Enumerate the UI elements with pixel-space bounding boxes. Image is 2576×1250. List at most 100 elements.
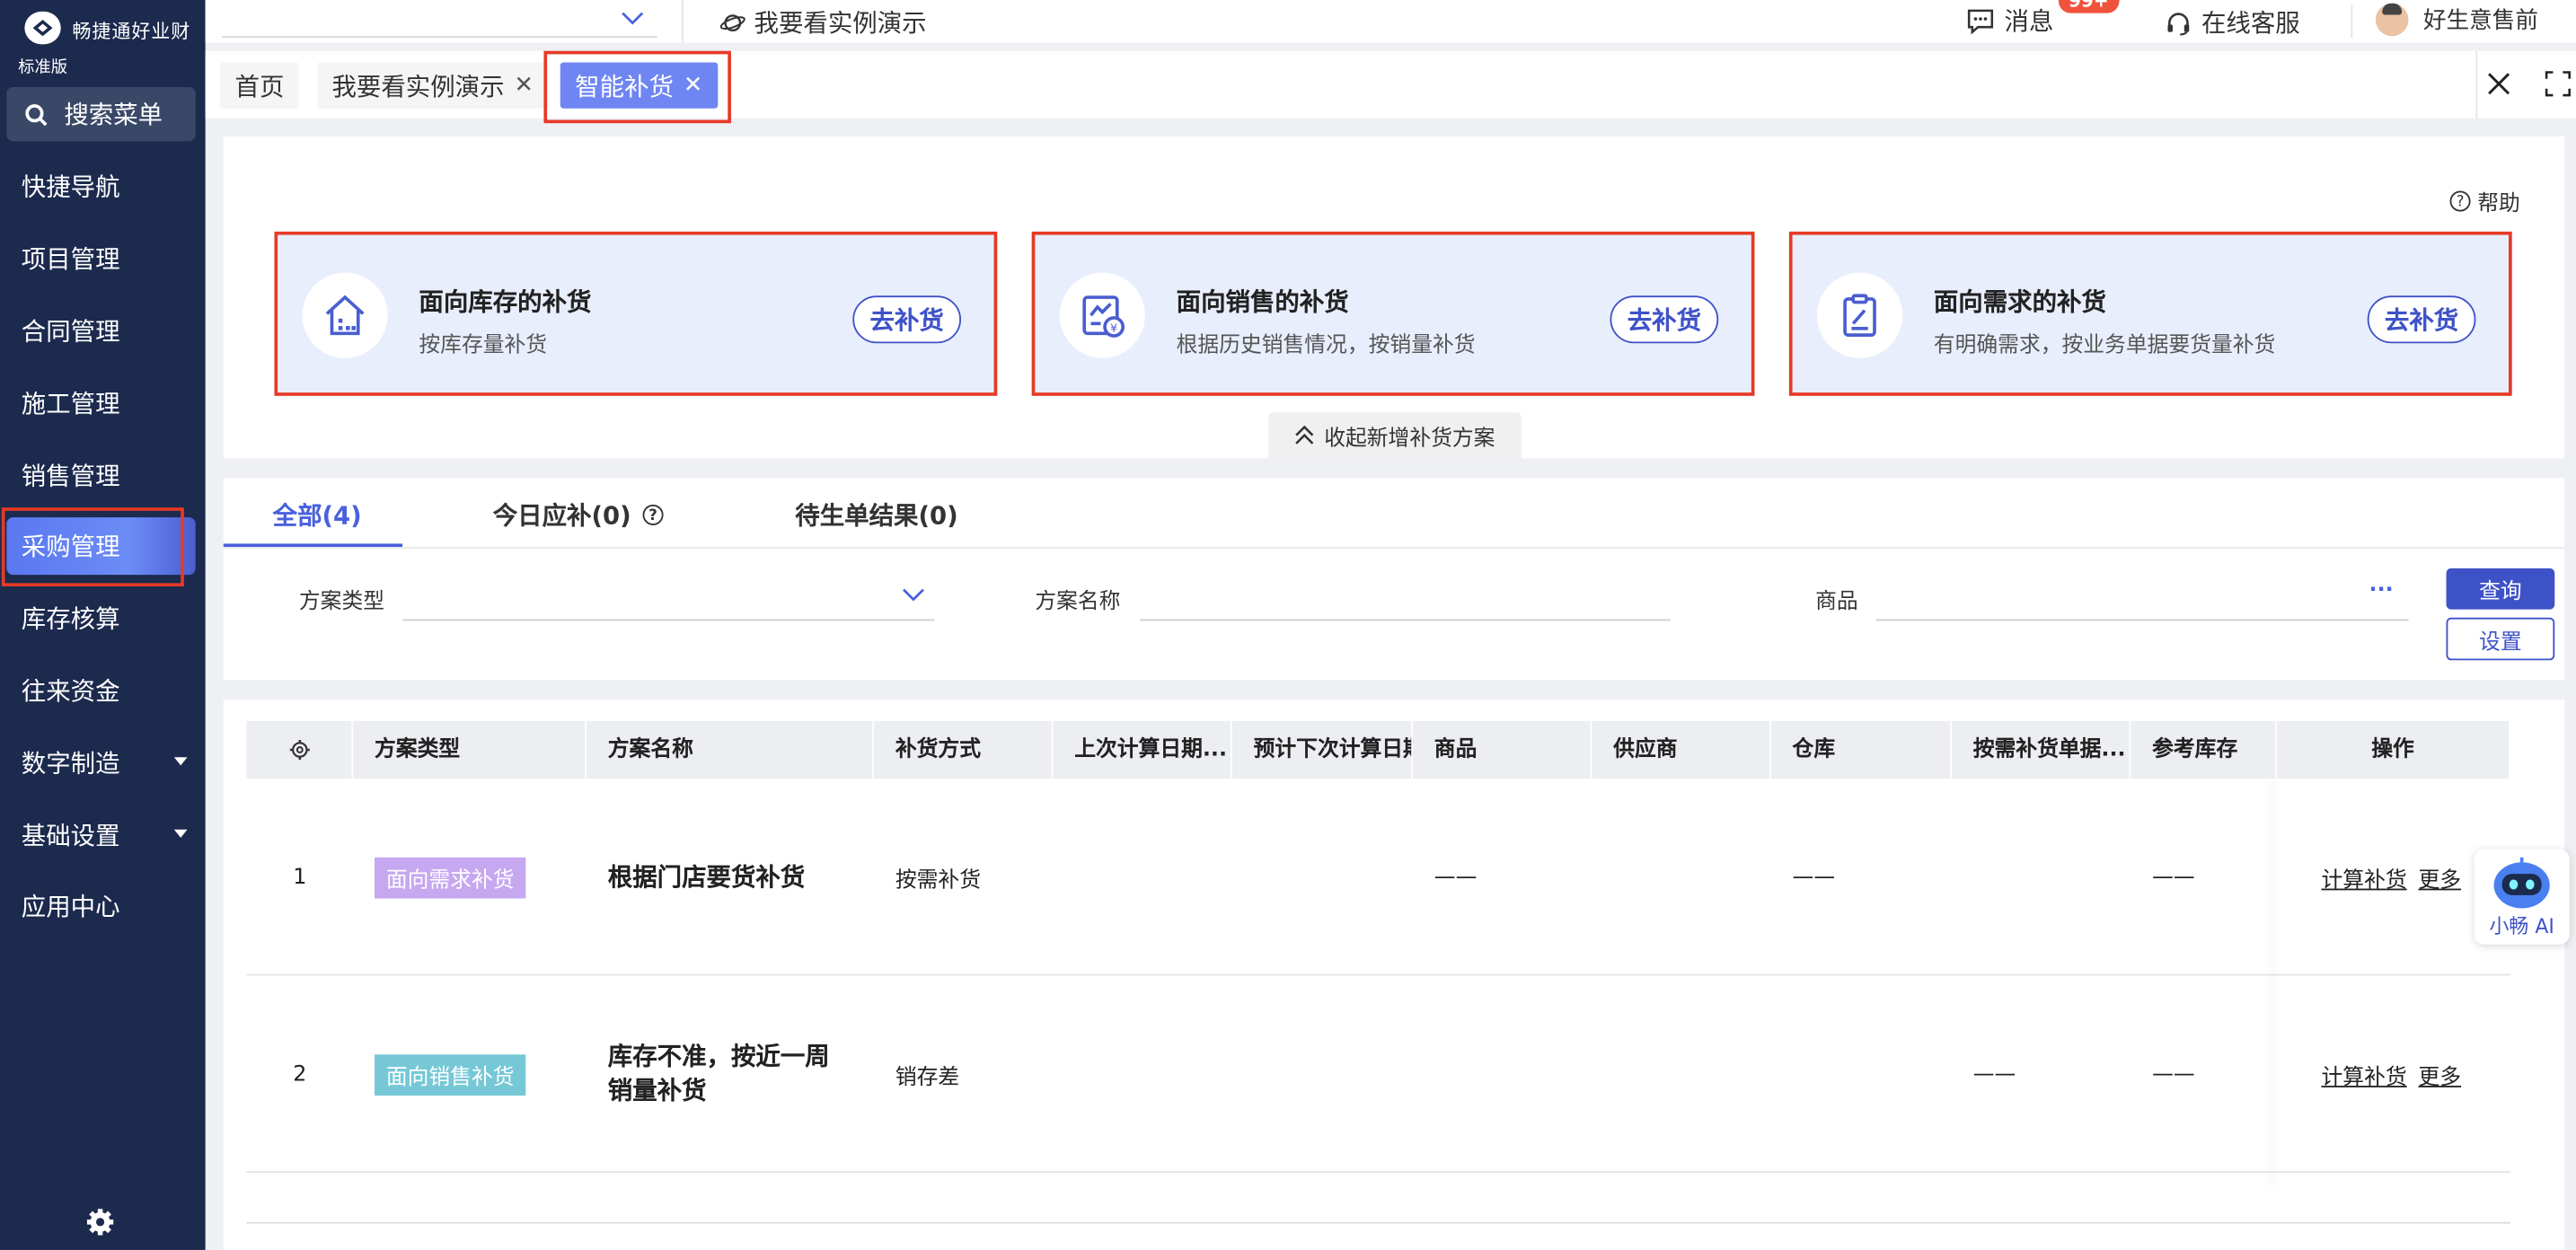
plan-type-select[interactable] [402,570,935,621]
sidebar-item-label: 快捷导航 [21,172,120,203]
plan-type-tag: 面向需求补货 [375,856,526,898]
help-link[interactable]: ? 帮助 [2449,186,2520,217]
sidebar-item-purchase[interactable]: 采购管理 [0,507,206,586]
next-calc-cell [1232,779,1254,975]
method-cell: 销存差 [895,1065,960,1090]
page-tabs: 首页 我要看实例演示 ✕ 智能补货 ✕ [205,50,2576,124]
plan-name-input[interactable] [1140,570,1672,621]
horizontal-scrollbar[interactable] [246,1221,2510,1224]
sidebar-item-label: 库存核算 [21,604,120,635]
supplier-cell [1592,975,1613,1172]
demo-link[interactable]: 我要看实例演示 [719,4,927,39]
online-service-button[interactable]: 在线客服 [2166,4,2300,39]
fullscreen-icon[interactable] [2545,71,2571,97]
sidebar-item-funds[interactable]: 往来资金 [0,655,206,726]
last-calc-cell [1053,779,1074,975]
plan-name-line: 根据门店要货补货 [607,861,806,892]
product-input[interactable]: ··· [1875,570,2409,621]
column-header: 仓库 [1771,720,1952,779]
operations-cell: 计算补货 更多 [2300,779,2473,975]
messages-button[interactable]: 消息 [1966,4,2053,38]
card-description: 有明确需求，按业务单据要货量补货 [1933,333,2276,358]
sidebar-nav: 快捷导航 项目管理 合同管理 施工管理 销售管理 采购管理 库存核算 往来资金 … [0,151,206,942]
plan-name-label: 方案名称 [1035,589,1121,615]
user-menu[interactable]: 好生意售前 [2375,3,2538,37]
tab-smart-replenish[interactable]: 智能补货 ✕ [560,62,718,109]
tab-demo[interactable]: 我要看实例演示 ✕ [317,62,549,109]
go-replenish-button[interactable]: 去补货 [852,295,962,344]
sidebar-item-quick-nav[interactable]: 快捷导航 [0,151,206,223]
plan-type-label: 方案类型 [298,589,385,615]
gear-icon [289,740,310,760]
sidebar-item-inventory[interactable]: 库存核算 [0,583,206,655]
ai-assistant-button[interactable]: 小畅 AI [2474,849,2570,945]
product-cell [1413,975,1434,1172]
plan-name-cell[interactable]: 根据门店要货补货 [587,779,806,975]
sidebar-item-label: 采购管理 [21,533,120,563]
tab-all[interactable]: 全部(4) [273,497,362,532]
more-link[interactable]: 更多 [2418,1059,2461,1089]
method-cell: 按需补货 [895,867,982,893]
org-select[interactable] [221,0,657,39]
warehouse-icon [325,295,365,336]
column-header: 方案类型 [353,720,587,779]
sticky-column-shadow [2277,779,2279,1189]
avatar [2375,3,2409,37]
plan-table-panel: 方案类型 方案名称 补货方式 上次计算日期... 预计下次计算日期 商品 供应商… [223,700,2565,1250]
close-icon[interactable]: ✕ [684,72,702,98]
help-label: 帮助 [2477,192,2520,217]
demo-link-label: 我要看实例演示 [754,8,927,39]
sidebar-item-basic-settings[interactable]: 基础设置 [0,798,206,870]
column-header: 补货方式 [874,720,1054,779]
clipboard-icon [1843,294,1876,337]
tab-today-due[interactable]: 今日应补(0) ? [493,497,665,532]
close-icon[interactable]: ✕ [515,72,534,98]
warehouse-cell [1771,975,1793,1172]
more-link[interactable]: 更多 [2418,861,2461,893]
divider [223,547,2565,549]
gear-icon[interactable] [85,1207,115,1237]
caret-down-icon [173,830,188,839]
app-root: 畅捷通好业财 标准版 搜索菜单 快捷导航 项目管理 合同管理 施工管理 销售管理… [0,0,2576,1250]
collapse-new-plan-button[interactable]: 收起新增补货方案 [1268,412,1522,459]
sidebar-item-manufacturing[interactable]: 数字制造 [0,726,206,798]
warehouse-cell: —— [1792,865,1836,890]
table-row: 1 面向需求补货 根据门店要货补货 按需补货 —— —— —— 计算补货 更多 [246,779,2510,976]
sidebar-item-label: 往来资金 [21,676,120,707]
help-icon: ? [2449,190,2471,212]
column-header: 供应商 [1592,720,1771,779]
more-options-icon[interactable]: ··· [2369,578,2394,603]
settings-button[interactable]: 设置 [2446,617,2555,661]
query-button[interactable]: 查询 [2446,568,2555,610]
row-index: 1 [293,865,307,890]
svg-text:?: ? [649,506,658,524]
tab-pending-results[interactable]: 待生单结果(0) [795,497,957,532]
card-demand-replenish: 面向需求的补货 有明确需求，按业务单据要货量补货 去补货 [1788,231,2512,396]
sidebar-item-app-center[interactable]: 应用中心 [0,870,206,942]
calculate-replenish-link[interactable]: 计算补货 [2322,1059,2407,1089]
plan-name-cell[interactable]: 库存不准，按近一周 销量补货 [587,975,830,1172]
sidebar-item-sales[interactable]: 销售管理 [0,439,206,511]
divider [2351,4,2353,39]
column-header: 按需补货单据... [1952,720,2131,779]
headset-icon [2167,12,2190,35]
tab-label: 首页 [234,71,285,101]
go-replenish-button[interactable]: 去补货 [2367,295,2476,344]
column-settings-cell[interactable] [246,720,354,779]
sidebar-item-contract[interactable]: 合同管理 [0,295,206,366]
sidebar-item-construction[interactable]: 施工管理 [0,367,206,439]
go-replenish-button[interactable]: 去补货 [1610,295,1719,344]
search-menu-button[interactable]: 搜索菜单 [6,86,196,142]
sidebar: 畅捷通好业财 标准版 搜索菜单 快捷导航 项目管理 合同管理 施工管理 销售管理… [0,0,206,1250]
robot-icon [2493,857,2550,909]
brand-logo-icon [24,11,61,45]
close-all-tabs-icon[interactable] [2485,71,2511,97]
demand-doc-cell: —— [1972,1061,2016,1087]
sidebar-item-project[interactable]: 项目管理 [0,223,206,295]
top-bar: 我要看实例演示 消息 99+ 在线客服 好生意售前 [205,0,2576,43]
tab-home[interactable]: 首页 [220,62,299,109]
column-header: 操作 [2277,720,2510,779]
plan-name-line: 库存不准，按近一周 [607,1041,830,1071]
calculate-replenish-link[interactable]: 计算补货 [2322,861,2407,893]
logo: 畅捷通好业财 标准版 [16,6,200,77]
